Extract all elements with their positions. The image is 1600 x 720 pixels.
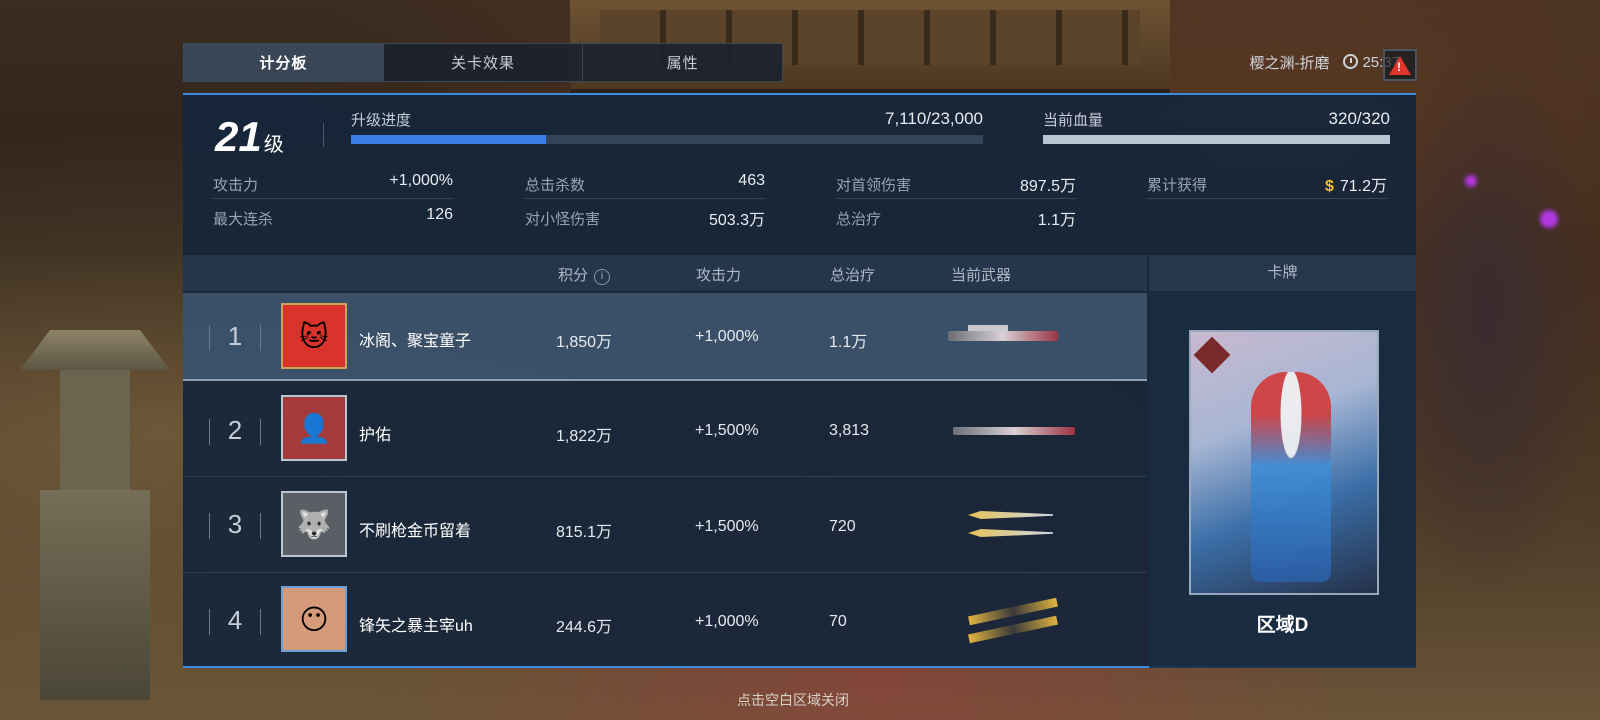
avatar[interactable]: 🐱 — [281, 303, 347, 369]
header-card: 卡牌 — [1149, 255, 1416, 291]
heal-value: 720 — [829, 518, 856, 535]
stat-label: 累计获得 — [1147, 177, 1208, 194]
stat-value: 503.3万 — [708, 212, 765, 229]
stat-attack: 攻击力 +1,000% — [213, 169, 453, 199]
attack-value: +1,000% — [695, 328, 759, 345]
player-name: 不刷枪金币留着 — [359, 523, 472, 540]
avatar[interactable]: 🐺 — [281, 491, 347, 557]
tab-scoreboard[interactable]: 计分板 — [184, 44, 384, 81]
stat-value: 126 — [426, 206, 453, 223]
rank-number: 2 — [205, 415, 265, 446]
scoreboard-panel: 21 级 升级进度 7,110/23,000 当前血量 320/320 攻击力 +1… — [183, 93, 1416, 668]
header-attack: 攻击力 — [696, 267, 742, 284]
stat-total-kills: 总击杀数 463 — [525, 169, 765, 199]
score-value: 815.1万 — [556, 524, 613, 541]
card-name: 区域D — [1256, 615, 1309, 636]
attack-value: +1,500% — [695, 518, 759, 535]
health-value: 320/320 — [1328, 109, 1390, 128]
player-name: 冰阁、聚宝童子 — [359, 333, 472, 350]
rank-number: 3 — [205, 509, 265, 540]
rank-number: 4 — [205, 605, 265, 636]
table-row[interactable]: 4 😶 锋矢之暴主宰uh 244.6万 +1,000% 70 — [183, 575, 1147, 668]
stage-name: 樱之渊-折磨 — [1249, 55, 1330, 72]
coin-icon: $ — [1324, 178, 1334, 195]
heal-value: 1.1万 — [829, 334, 868, 351]
progress-track — [351, 135, 983, 144]
score-value: 244.6万 — [556, 619, 613, 636]
background-purple-glow — [1540, 210, 1558, 228]
stat-label: 对首领伤害 — [836, 177, 912, 194]
card-hero-art — [1251, 372, 1331, 582]
stat-boss-damage: 对首领伤害 897.5万 — [836, 169, 1076, 199]
warning-icon: ! — [1389, 55, 1411, 75]
stat-value: +1,000% — [389, 172, 453, 189]
divider — [323, 123, 324, 147]
rank-number: 1 — [205, 321, 265, 352]
stat-label: 攻击力 — [213, 177, 259, 194]
table-header: 积分 i 攻击力 总治疗 当前武器 — [183, 255, 1147, 291]
level-number: 21 — [215, 113, 262, 160]
report-button[interactable]: ! — [1383, 49, 1417, 81]
health-label: 当前血量 — [1043, 112, 1104, 129]
stat-mob-damage: 对小怪伤害 503.3万 — [525, 203, 765, 233]
stat-value: 1.1万 — [1037, 212, 1076, 229]
attack-value: +1,500% — [695, 422, 759, 439]
info-icon[interactable]: i — [594, 269, 611, 285]
stat-value: 463 — [738, 172, 765, 189]
stat-label: 最大连杀 — [213, 211, 274, 228]
rifle-icon — [948, 323, 1068, 349]
stat-label: 总击杀数 — [525, 177, 586, 194]
background-stone-lantern — [10, 260, 180, 700]
health-bar: 当前血量 320/320 — [1043, 109, 1390, 149]
table-row[interactable]: 2 👤 护佑 1,822万 +1,500% 3,813 — [183, 383, 1147, 477]
stage-info: 樱之渊-折磨 25:37 — [1249, 52, 1400, 73]
background-purple-glow — [1465, 175, 1477, 187]
close-hint: 点击空白区域关闭 — [737, 692, 849, 708]
stat-value: 897.5万 — [1019, 178, 1076, 195]
health-fill — [1043, 135, 1390, 144]
level-progress: 升级进度 7,110/23,000 — [351, 109, 983, 149]
stat-max-streak: 最大连杀 126 — [213, 203, 453, 233]
attack-value: +1,000% — [695, 613, 759, 630]
stat-total-earned: 累计获得 $71.2万 — [1147, 169, 1387, 199]
level-unit: 级 — [263, 134, 284, 156]
header-heal: 总治疗 — [830, 267, 876, 284]
daggers-icon — [968, 505, 1058, 545]
table-row[interactable]: 3 🐺 不刷枪金币留着 815.1万 +1,500% 720 — [183, 479, 1147, 573]
stat-label: 对小怪伤害 — [525, 211, 601, 228]
stat-total-heal: 总治疗 1.1万 — [836, 203, 1076, 233]
stat-label: 总治疗 — [836, 211, 882, 228]
avatar[interactable]: 😶 — [281, 586, 347, 652]
progress-value: 7,110/23,000 — [885, 109, 983, 128]
stat-value: $71.2万 — [1325, 172, 1387, 196]
card-image[interactable] — [1189, 330, 1379, 595]
gold-rifles-icon — [968, 597, 1063, 644]
progress-label: 升级进度 — [351, 112, 412, 129]
heal-value: 3,813 — [829, 422, 870, 439]
card-column: 卡牌 区域D — [1149, 255, 1416, 668]
progress-fill — [351, 135, 547, 144]
header-score: 积分 i — [558, 264, 611, 285]
score-value: 1,850万 — [556, 334, 613, 351]
stat-value-text: 71.2万 — [1339, 178, 1387, 195]
score-value: 1,822万 — [556, 428, 613, 445]
tab-stage-effects[interactable]: 关卡效果 — [384, 44, 584, 81]
background-dark-tree — [1410, 40, 1600, 600]
avatar[interactable]: 👤 — [281, 395, 347, 461]
heal-value: 70 — [829, 613, 847, 630]
sniper-icon — [953, 419, 1075, 445]
player-level: 21 级 — [215, 113, 284, 161]
tab-attributes[interactable]: 属性 — [583, 44, 782, 81]
player-name: 护佑 — [359, 427, 392, 444]
health-track — [1043, 135, 1390, 144]
scoreboard-tabs: 计分板 关卡效果 属性 — [183, 43, 783, 82]
card-badge-icon — [1193, 336, 1231, 374]
table-row[interactable]: 1 🐱 冰阁、聚宝童子 1,850万 +1,000% 1.1万 — [183, 293, 1147, 381]
clock-icon — [1343, 54, 1359, 69]
header-weapon: 当前武器 — [951, 267, 1012, 284]
player-name: 锋矢之暴主宰uh — [359, 618, 473, 635]
